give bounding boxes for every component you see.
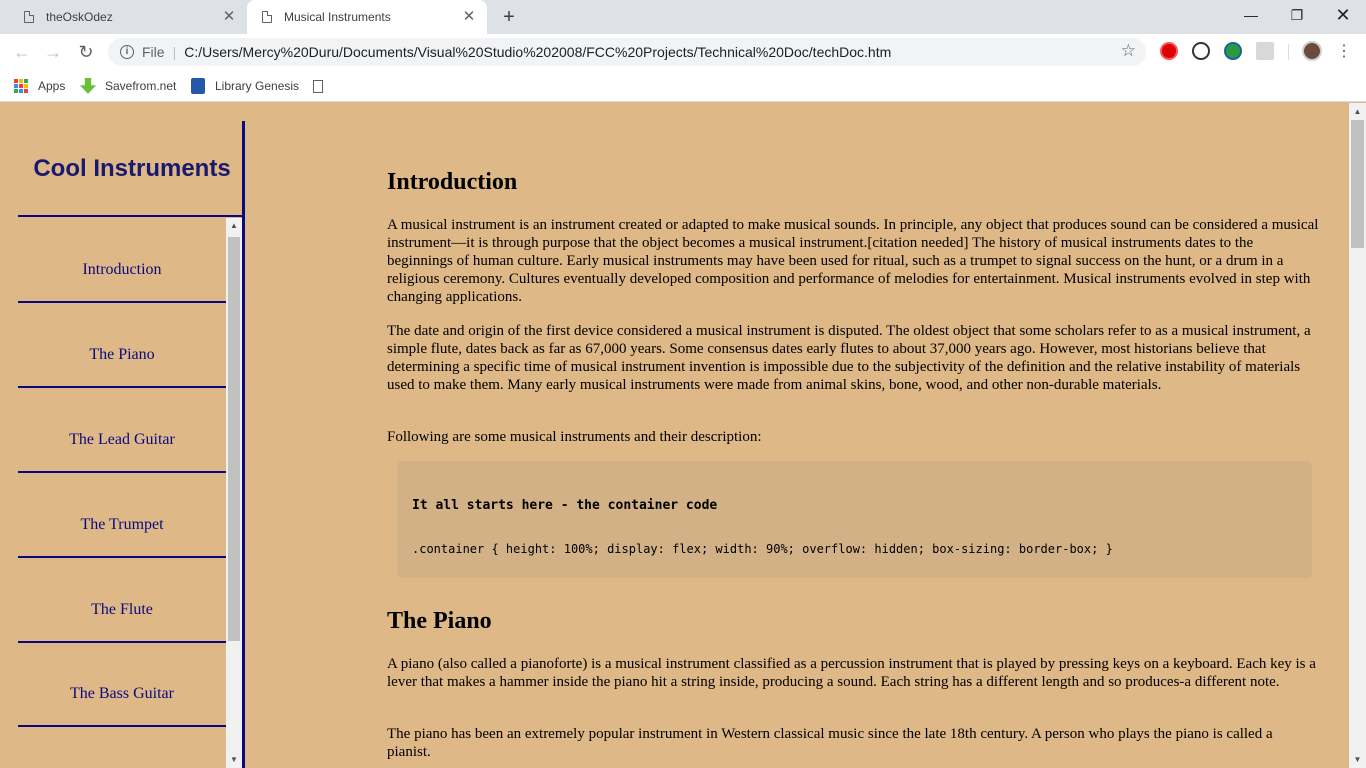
download-arrow-icon xyxy=(80,78,96,94)
globe-extension-icon[interactable] xyxy=(1224,42,1242,60)
tab-title: Musical Instruments xyxy=(284,10,391,24)
scroll-up-arrow-icon[interactable]: ▲ xyxy=(226,218,242,234)
close-window-button[interactable]: ✕ xyxy=(1320,0,1366,30)
piano-paragraph-2: The piano has been an extremely popular … xyxy=(387,726,1273,760)
browser-toolbar: ← → ↻ i File | C:/Users/Mercy%20Duru/Doc… xyxy=(0,34,1366,70)
apps-grid-dot xyxy=(14,89,18,93)
forward-button[interactable]: → xyxy=(41,40,65,64)
page-scrollbar[interactable]: ▲ ▼ xyxy=(1349,103,1366,768)
pdf-extension-icon[interactable] xyxy=(1256,42,1274,60)
toolbar-divider xyxy=(1288,44,1289,60)
page-icon xyxy=(262,11,272,23)
bookmark-apps[interactable]: Apps xyxy=(14,76,65,96)
nav-divider xyxy=(242,121,245,768)
bookmark-label: Apps xyxy=(38,79,66,93)
profile-avatar[interactable] xyxy=(1302,41,1322,61)
reload-button[interactable]: ↻ xyxy=(74,40,98,64)
page-viewport: Cool Instruments Introduction The Piano … xyxy=(0,103,1366,768)
apps-grid-dot xyxy=(19,89,23,93)
scroll-up-arrow-icon[interactable]: ▲ xyxy=(1349,103,1366,120)
apps-grid-dot xyxy=(14,79,18,83)
intro-paragraph-2: The date and origin of the first device … xyxy=(387,323,1311,393)
bookmark-savefrom[interactable]: Savefrom.net xyxy=(80,76,176,96)
back-button[interactable]: ← xyxy=(10,40,34,64)
browser-menu-icon[interactable]: ⋮ xyxy=(1336,40,1352,64)
nav-title: Cool Instruments xyxy=(18,123,242,217)
code-line: .container { height: 100%; display: flex… xyxy=(412,542,1113,556)
nav-link-bass-guitar[interactable]: The Bass Guitar xyxy=(18,642,226,727)
nav-link-flute[interactable]: The Flute xyxy=(18,558,226,643)
section-heading-introduction: Introduction xyxy=(387,169,518,195)
page-scroll-thumb[interactable] xyxy=(1351,120,1364,248)
nav-list: Introduction The Piano The Lead Guitar T… xyxy=(18,218,242,768)
address-bar[interactable]: i File | C:/Users/Mercy%20Duru/Documents… xyxy=(108,38,1146,66)
code-block: It all starts here - the container code … xyxy=(397,461,1312,578)
bookmark-star-icon[interactable]: ☆ xyxy=(1121,41,1136,61)
minimize-button[interactable]: — xyxy=(1228,0,1274,30)
apps-grid-icon xyxy=(14,79,28,93)
nav-link-introduction[interactable]: Introduction xyxy=(18,218,226,303)
apps-grid-dot xyxy=(24,84,28,88)
nav-scroll-thumb[interactable] xyxy=(228,237,240,641)
new-tab-button[interactable]: + xyxy=(498,6,520,28)
bookmark-document[interactable] xyxy=(313,76,323,96)
page-icon xyxy=(24,11,34,23)
close-tab-icon[interactable]: ✕ xyxy=(221,9,237,25)
apps-grid-dot xyxy=(14,84,18,88)
info-icon[interactable]: i xyxy=(120,45,134,59)
omnibox-separator: | xyxy=(172,44,177,60)
nav-link-lead-guitar[interactable]: The Lead Guitar xyxy=(18,388,226,473)
nav-link-trumpet[interactable]: The Trumpet xyxy=(18,473,226,558)
section-heading-piano: The Piano xyxy=(387,608,492,634)
maximize-button[interactable]: ❐ xyxy=(1274,0,1320,30)
bookmark-label: Savefrom.net xyxy=(105,79,177,93)
scheme-label: File xyxy=(142,44,165,60)
bookmark-library-genesis[interactable]: Library Genesis xyxy=(191,76,299,96)
code-title: It all starts here - the container code xyxy=(412,498,718,513)
document-icon xyxy=(313,79,323,93)
bookmark-label: Library Genesis xyxy=(215,79,300,93)
close-tab-icon[interactable]: ✕ xyxy=(461,9,477,25)
bookmarks-bar: Apps Savefrom.net Library Genesis xyxy=(0,70,1366,102)
url-text[interactable]: C:/Users/Mercy%20Duru/Documents/Visual%2… xyxy=(184,44,891,60)
apps-grid-dot xyxy=(19,79,23,83)
tab-title: theOskOdez xyxy=(46,10,113,24)
intro-paragraph-3: Following are some musical instruments a… xyxy=(387,429,762,445)
apps-grid-dot xyxy=(24,89,28,93)
tab-theoskodez[interactable]: theOskOdez ✕ xyxy=(0,0,247,34)
intro-paragraph-1: A musical instrument is an instrument cr… xyxy=(387,217,1319,305)
library-icon xyxy=(191,78,205,94)
nav-scrollbar[interactable]: ▲ ▼ xyxy=(226,218,242,768)
adblock-extension-icon[interactable] xyxy=(1160,42,1178,60)
apps-grid-dot xyxy=(19,84,23,88)
scroll-down-arrow-icon[interactable]: ▼ xyxy=(226,752,242,768)
scroll-down-arrow-icon[interactable]: ▼ xyxy=(1349,751,1366,768)
tab-strip: theOskOdez ✕ Musical Instruments ✕ + — ❐… xyxy=(0,0,1366,34)
soccer-ball-extension-icon[interactable] xyxy=(1192,42,1210,60)
piano-paragraph-1: A piano (also called a pianoforte) is a … xyxy=(387,656,1316,690)
tab-musical-instruments[interactable]: Musical Instruments ✕ xyxy=(247,0,487,34)
nav-link-piano[interactable]: The Piano xyxy=(18,303,226,388)
apps-grid-dot xyxy=(24,79,28,83)
